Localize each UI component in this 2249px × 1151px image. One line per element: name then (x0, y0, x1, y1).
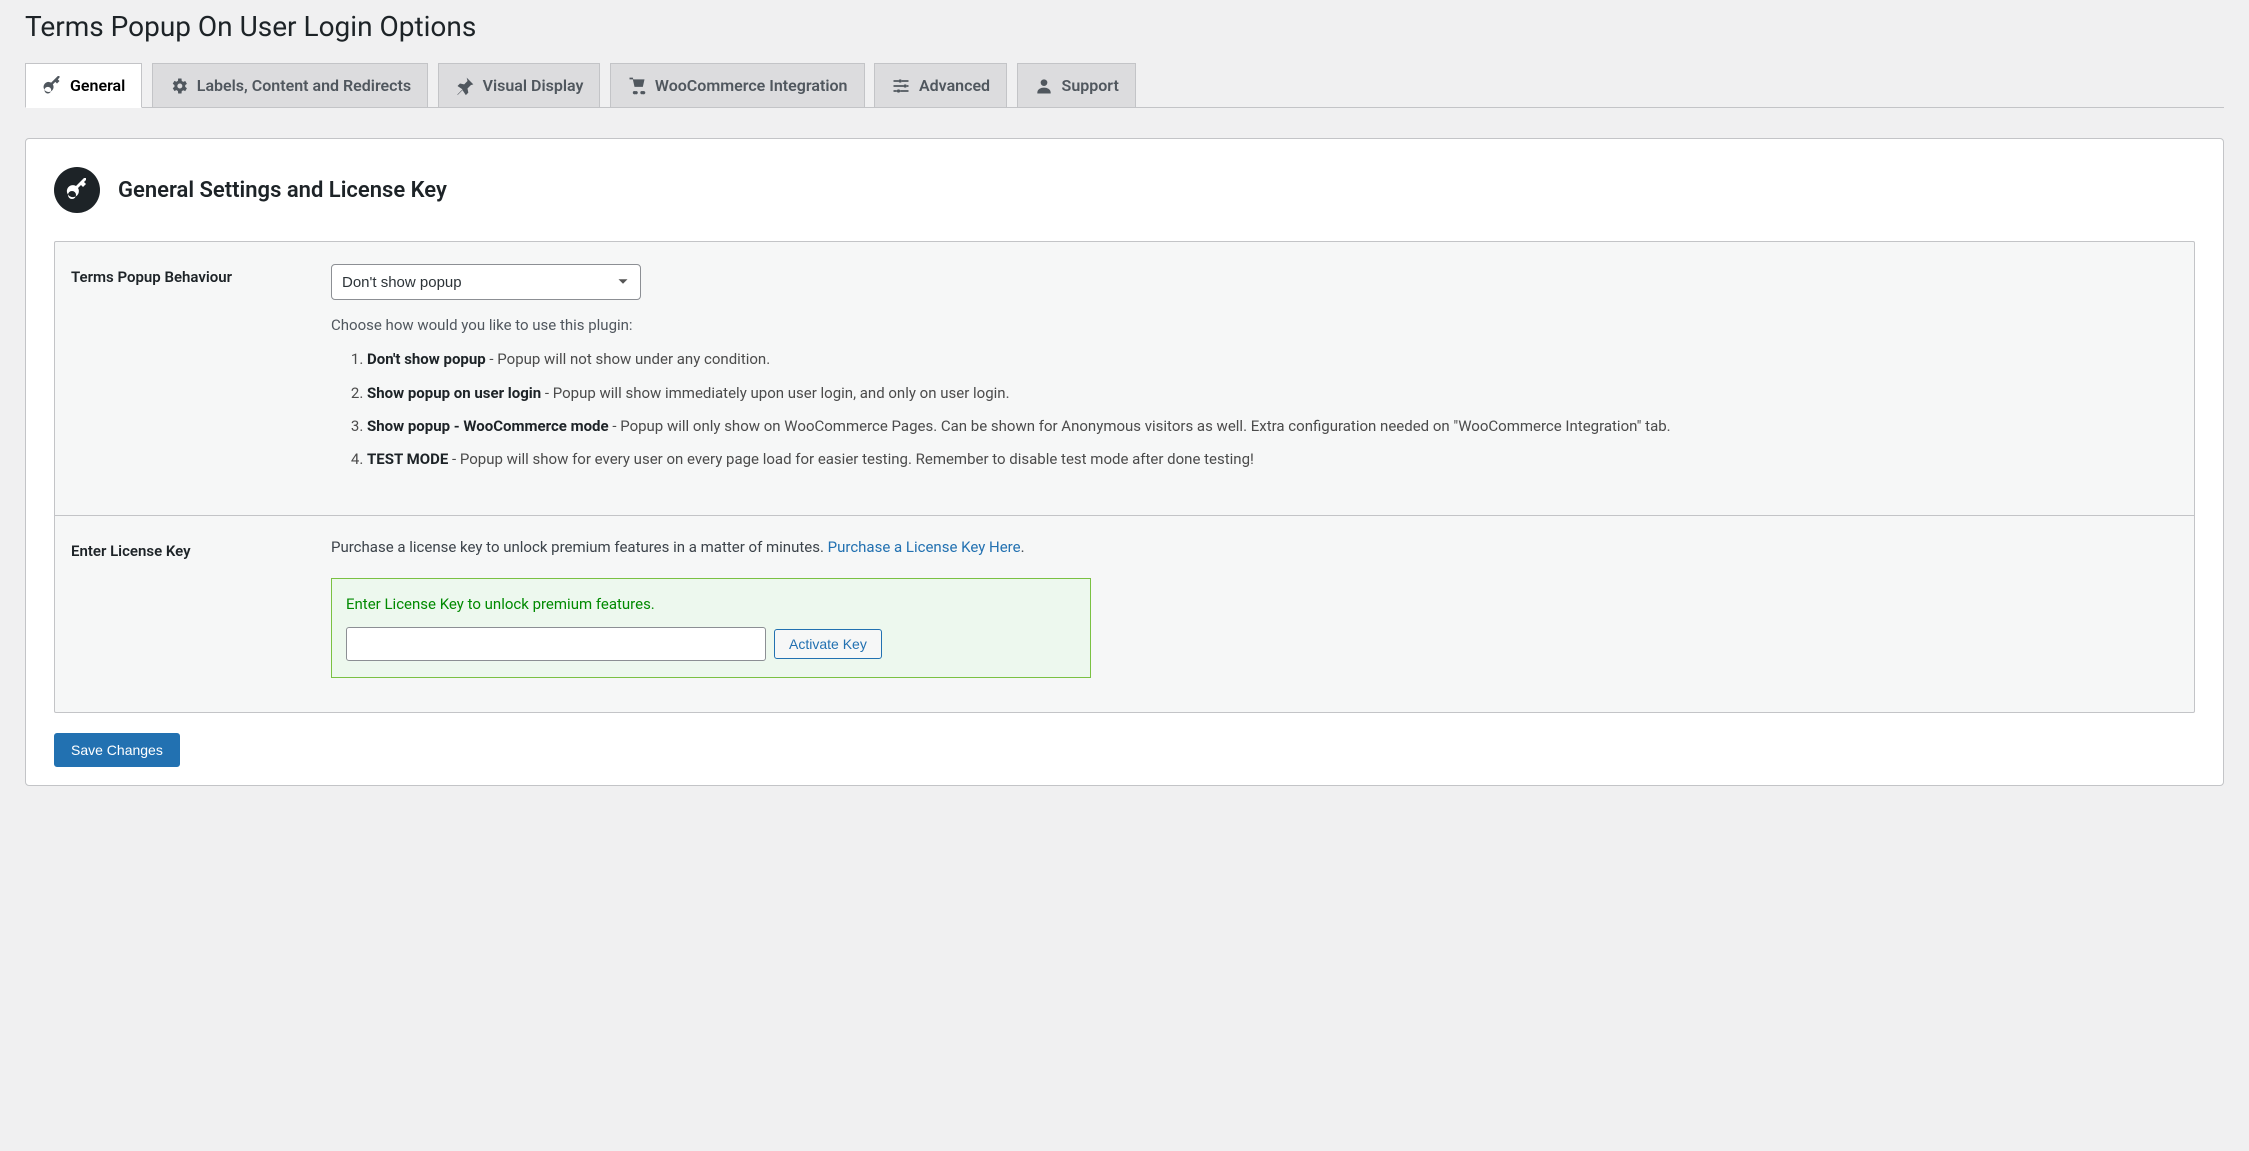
tab-label: Advanced (919, 72, 990, 99)
user-icon (1034, 76, 1054, 96)
list-item: TEST MODE - Popup will show for every us… (367, 448, 2178, 471)
tab-woocommerce-integration[interactable]: WooCommerce Integration (610, 63, 865, 108)
sliders-icon (891, 76, 911, 96)
tab-label: Visual Display (483, 72, 584, 99)
terms-popup-behaviour-select[interactable]: Don't show popup (331, 264, 641, 300)
license-box: Enter License Key to unlock premium feat… (331, 578, 1091, 678)
tab-advanced[interactable]: Advanced (874, 63, 1007, 108)
list-item: Show popup - WooCommerce mode - Popup wi… (367, 415, 2178, 438)
key-icon (42, 76, 62, 96)
tab-label: WooCommerce Integration (655, 72, 848, 99)
tab-visual-display[interactable]: Visual Display (438, 63, 601, 108)
tab-support[interactable]: Support (1017, 63, 1136, 108)
field-label: Terms Popup Behaviour (71, 264, 331, 481)
tab-label: General (70, 72, 125, 99)
key-icon (54, 167, 100, 213)
section-header: General Settings and License Key (54, 167, 2195, 213)
purchase-license-link[interactable]: Purchase a License Key Here (828, 538, 1021, 556)
list-item: Show popup on user login - Popup will sh… (367, 382, 2178, 405)
license-hint: Enter License Key to unlock premium feat… (346, 595, 1076, 613)
settings-panel: General Settings and License Key Terms P… (25, 138, 2224, 786)
tab-labels-content-redirects[interactable]: Labels, Content and Redirects (152, 63, 428, 108)
page-title: Terms Popup On User Login Options (25, 10, 2224, 43)
row-enter-license-key: Enter License Key Purchase a license key… (55, 515, 2194, 712)
purchase-line: Purchase a license key to unlock premium… (331, 538, 2178, 556)
row-terms-popup-behaviour: Terms Popup Behaviour Don't show popup C… (55, 242, 2194, 515)
activate-key-button[interactable]: Activate Key (774, 629, 882, 659)
save-changes-button[interactable]: Save Changes (54, 733, 180, 767)
form-table: Terms Popup Behaviour Don't show popup C… (54, 241, 2195, 713)
tab-general[interactable]: General (25, 63, 142, 108)
tab-label: Labels, Content and Redirects (197, 72, 411, 99)
pin-icon (455, 76, 475, 96)
gear-icon (169, 76, 189, 96)
behaviour-options-list: Don't show popup - Popup will not show u… (367, 348, 2178, 471)
tab-label: Support (1062, 72, 1119, 99)
section-title: General Settings and License Key (118, 178, 447, 203)
license-key-input[interactable] (346, 627, 766, 661)
cart-icon (627, 76, 647, 96)
help-intro: Choose how would you like to use this pl… (331, 316, 2178, 334)
tab-bar: General Labels, Content and Redirects Vi… (25, 61, 2224, 108)
field-label: Enter License Key (71, 538, 331, 678)
list-item: Don't show popup - Popup will not show u… (367, 348, 2178, 371)
